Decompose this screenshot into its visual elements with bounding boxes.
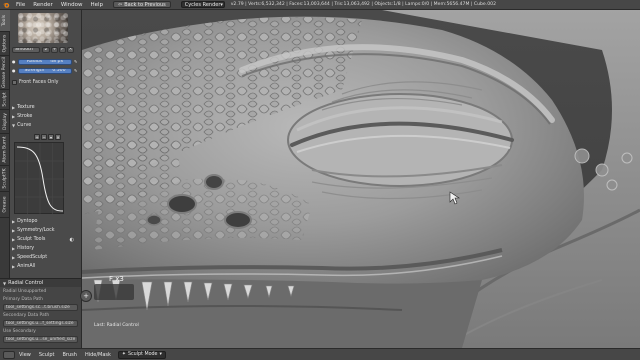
brush-selector-row: Smooth 2 + F ✕ (12, 46, 80, 53)
3d-view-header: View Sculpt Brush Hide/Mask ✦ Sculpt Mod… (0, 348, 640, 360)
radial-control-header[interactable]: ▼ Radial Control (0, 279, 81, 287)
panel-speedsculpt[interactable]: ▶ SpeedSculpt (12, 254, 80, 261)
back-arrow-icon: ⇦ (118, 1, 123, 8)
menu-sculpt[interactable]: Sculpt (35, 352, 59, 358)
blender-logo-icon[interactable] (2, 1, 10, 9)
editor-type-icon[interactable] (3, 350, 15, 359)
menu-window[interactable]: Window (57, 2, 87, 8)
tab-sculpttk[interactable]: SculptTK (0, 166, 10, 192)
primary-data-path-field[interactable]: tool_settings.sc...t.brush.size (3, 304, 78, 311)
menu-hide-mask[interactable]: Hide/Mask (81, 352, 115, 358)
curve-toolbar: + − ▾ ✕ (34, 134, 61, 140)
interaction-mode-select[interactable]: ✦ Sculpt Mode ▾ (117, 350, 166, 359)
strength-slider[interactable]: Strength 0.500 (18, 67, 72, 74)
view-navigation-icon[interactable]: + (80, 290, 92, 302)
tab-grease[interactable]: Grease (0, 192, 10, 218)
menu-help[interactable]: Help (87, 2, 108, 8)
tab-display[interactable]: Display (0, 110, 10, 134)
front-faces-label: Front Faces Only (19, 80, 59, 85)
expanded-triangle-icon: ▼ (12, 123, 16, 128)
tab-tools[interactable]: Tools (0, 10, 10, 32)
use-secondary-field[interactable]: tool_settings.u...se_unified_size (3, 336, 78, 343)
info-header: File Render Window Help ⇦ Back to Previo… (0, 0, 640, 10)
radial-control-title: Radial Control (8, 280, 44, 286)
panel-stroke[interactable]: ▶ Stroke (12, 113, 80, 120)
chevron-down-icon: ▾ (220, 1, 223, 8)
panel-animall[interactable]: ▶ AnimAll (12, 263, 80, 270)
primary-data-path-label: Primary Data Path (3, 297, 43, 302)
front-faces-checkbox[interactable] (12, 80, 17, 85)
key-hint-text: F x3 (109, 275, 124, 283)
tab-sculpt[interactable]: Sculpt (0, 90, 10, 110)
secondary-data-path-field[interactable]: tool_settings.u...f_settings.size (3, 320, 78, 327)
sculpted-creature-head (82, 10, 640, 348)
render-engine-value: Cycles Render (184, 1, 221, 8)
falloff-curve-editor[interactable] (14, 142, 65, 215)
menu-view[interactable]: View (15, 352, 35, 358)
secondary-data-path-label: Secondary Data Path (3, 313, 50, 318)
render-engine-select[interactable]: Cycles Render ▾ (180, 1, 225, 8)
brush-preview-thumbnail[interactable] (18, 13, 68, 43)
panel-dyntopo[interactable]: ▶ Dyntopo (12, 218, 80, 225)
3d-viewport[interactable] (82, 10, 640, 348)
interaction-mode-value: Sculpt Mode (127, 352, 158, 357)
panel-curve[interactable]: ▼ Curve (12, 122, 80, 129)
menu-render[interactable]: Render (29, 2, 57, 8)
back-to-previous-button[interactable]: ⇦ Back to Previous (113, 1, 171, 8)
fake-user-button[interactable]: F (59, 46, 66, 53)
panel-texture[interactable]: ▶ Texture (12, 104, 80, 111)
tool-shelf-tabs: Tools Options Grease Pencil Sculpt Displ… (0, 10, 10, 278)
collapsed-triangle-icon: ▶ (12, 264, 16, 269)
zoom-in-icon[interactable]: + (34, 134, 40, 140)
add-brush-button[interactable]: + (51, 46, 58, 53)
brush-name-field[interactable]: Smooth (12, 46, 40, 53)
expanded-triangle-icon: ▼ (3, 280, 7, 286)
pressure-strength-icon[interactable]: ✎ (74, 68, 80, 73)
scene-statistics: v2.79 | Verts:6,532,342 | Faces:13,003,6… (230, 2, 496, 7)
menu-file[interactable]: File (12, 2, 29, 8)
radial-unsupported-label: Radial Unsupported (3, 289, 47, 294)
key-hint-overlay (94, 284, 134, 300)
sculpt-mode-icon: ✦ (121, 352, 126, 357)
back-to-previous-label: Back to Previous (124, 1, 166, 8)
tab-atom-burnt[interactable]: Atom Burnt (0, 134, 10, 166)
falloff-curve (15, 143, 65, 215)
collapsed-triangle-icon: ▶ (12, 114, 16, 119)
tool-shelf-panel: Smooth 2 + F ✕ ● Radius 48 px ✎ ● Strengt… (10, 10, 82, 278)
chevron-down-icon: ▾ (159, 352, 162, 357)
radius-row: ● Radius 48 px ✎ (12, 58, 80, 65)
pressure-radius-icon[interactable]: ✎ (74, 59, 80, 64)
collapsed-triangle-icon: ▶ (12, 246, 16, 251)
collapsed-triangle-icon: ▶ (12, 237, 16, 242)
collapsed-triangle-icon: ▶ (12, 228, 16, 233)
strength-row: ● Strength 0.500 ✎ (12, 67, 80, 74)
front-faces-row: Front Faces Only (12, 79, 80, 86)
brush-users-count[interactable]: 2 (42, 46, 50, 53)
collapsed-triangle-icon: ▶ (12, 219, 16, 224)
panel-symmetry-lock[interactable]: ▶ Symmetry/Lock (12, 227, 80, 234)
reset-curve-icon[interactable]: ✕ (55, 134, 61, 140)
last-operator-label: Last: Radial Control (94, 323, 139, 328)
settings-icon[interactable]: ◐ (70, 237, 74, 243)
radius-slider[interactable]: Radius 48 px (18, 58, 72, 65)
last-operator-panel: ▼ Radial Control Radial Unsupported Prim… (0, 278, 82, 348)
tab-options[interactable]: Options (0, 32, 10, 56)
tab-grease-pencil[interactable]: Grease Pencil (0, 56, 10, 90)
curve-tools-icon[interactable]: ▾ (48, 134, 54, 140)
collapsed-triangle-icon: ▶ (12, 255, 16, 260)
zoom-out-icon[interactable]: − (41, 134, 47, 140)
collapsed-triangle-icon: ▶ (12, 105, 16, 110)
panel-history[interactable]: ▶ History (12, 245, 80, 252)
menu-brush[interactable]: Brush (59, 352, 81, 358)
use-secondary-label: Use Secondary (3, 329, 36, 334)
panel-sculpt-tools[interactable]: ▶ Sculpt Tools ◐ (12, 236, 80, 243)
close-icon[interactable]: ✕ (67, 46, 74, 53)
